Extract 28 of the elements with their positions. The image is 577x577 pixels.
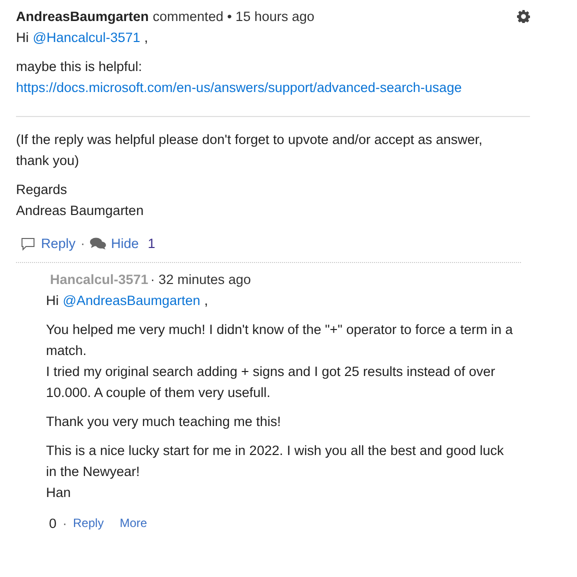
vote-count: 0 [49,515,57,533]
separator-dot: · [80,235,86,253]
body-text: (If the reply was helpful please don't forget to upvote and/or accept as answer, thank you) [16,131,484,170]
comment-meta: commented • 15 hours ago [152,9,314,24]
reply-count: 1 [148,235,156,253]
mention-link[interactable]: @Hancalcul-3571 [32,27,140,48]
author-name[interactable]: Hancalcul-3571 [50,272,148,287]
greeting-text: Hi [46,292,59,310]
body-text: This is a nice lucky start for me in 2022. I wish you all the best and good luck in the Newyear! Han [46,442,505,502]
separator-dot: · [62,515,68,533]
body-text: You helped me very much! I didn't know of the "+" operator to force a term in a match. I tried my original search adding + signs and I got 25 results instead of over 10.000. A couple of them very usefull. [46,321,514,402]
greeting-text: Hi [16,29,29,47]
greeting-text: , [204,292,208,310]
settings-icon[interactable] [517,10,530,23]
author-name[interactable]: AndreasBaumgarten [16,9,149,24]
hide-link[interactable]: Hide [111,233,139,254]
comment-meta: · 32 minutes ago [150,272,251,287]
reply-link[interactable]: Reply [73,513,104,534]
mention-link[interactable]: @AndreasBaumgarten [62,290,200,311]
signature-text: Regards Andreas Baumgarten [16,181,145,220]
body-text: Thank you very much teaching me this! [46,413,282,431]
more-link[interactable]: More [120,513,148,534]
chat-bubbles-icon [90,237,106,250]
speech-bubble-icon [21,236,35,250]
body-text: maybe this is helpful: [16,59,142,74]
greeting-text: , [144,29,148,47]
docs-link[interactable]: https://docs.microsoft.com/en-us/answers/support/advanced-search-usage [16,77,462,98]
reply-link[interactable]: Reply [21,233,76,254]
